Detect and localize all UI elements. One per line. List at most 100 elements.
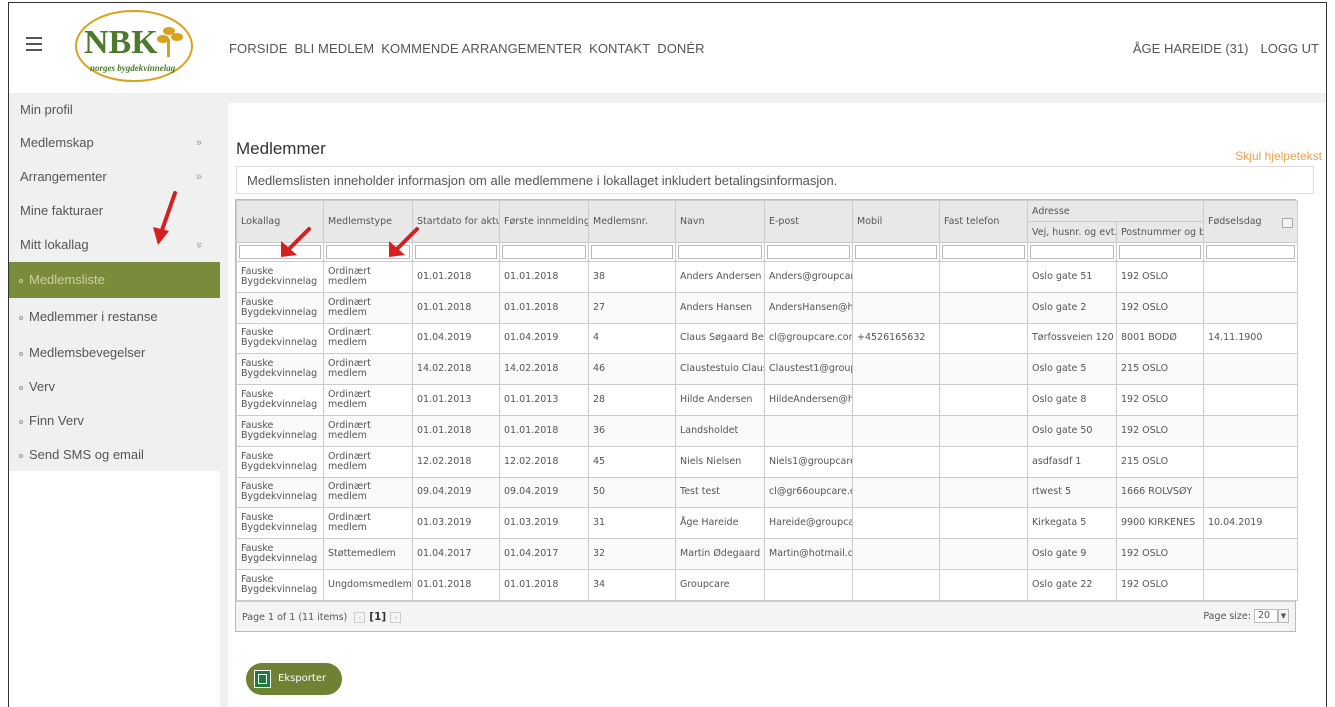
logo-subtitle: norges bygdekvinnelag [90, 63, 176, 73]
hamburger-menu-icon[interactable] [26, 37, 42, 55]
col-medlemsnr[interactable]: Medlemsnr. [588, 200, 676, 243]
nav-kommende-arrangementer[interactable]: KOMMENDE ARRANGEMENTER [381, 41, 582, 56]
col-startdato[interactable]: Startdato for aktuell [412, 200, 500, 243]
cell-medlemsnr: 45 [588, 445, 676, 478]
col-vej[interactable]: Vej, husnr. og evt. [1027, 221, 1117, 243]
hide-help-link[interactable]: Skjul hjelpetekst [1235, 149, 1322, 163]
column-chooser-icon[interactable] [1282, 217, 1293, 228]
cell-medlemsnr: 46 [588, 353, 676, 386]
col-fodselsdag[interactable]: Fødselsdag [1203, 200, 1298, 243]
cell-postnummer: 192 OSLO [1116, 261, 1204, 293]
next-page-icon[interactable]: › [390, 611, 402, 623]
bullet-icon [19, 453, 23, 458]
cell-mobil: +4526165632 [852, 322, 940, 355]
filter-input-mobil[interactable] [855, 245, 937, 259]
filter-input-startdato[interactable] [415, 245, 497, 259]
grid-body: Fauske Bygdekvinnelag Ordinært medlem 01.0… [236, 261, 1298, 601]
cell-mobil [852, 507, 940, 540]
cell-fast-telefon [939, 291, 1028, 324]
table-row[interactable]: Fauske Bygdekvinnelag Ordinært medlem 12.0… [236, 445, 1298, 478]
sidebar-subitem-medlemmer-i-restanse[interactable]: Medlemmer i restanse [9, 298, 220, 336]
cell-fast-telefon [939, 507, 1028, 540]
red-arrow-icon [281, 227, 311, 257]
col-epost[interactable]: E-post [764, 200, 853, 243]
sidebar-item-medlemskap[interactable]: Medlemskap » [9, 126, 220, 160]
table-row[interactable]: Fauske Bygdekvinnelag Ordinært medlem 01.0… [236, 322, 1298, 355]
col-postnummer[interactable]: Postnummer og by [1116, 221, 1204, 243]
table-row[interactable]: Fauske Bygdekvinnelag Ordinært medlem 01.0… [236, 384, 1298, 416]
cell-epost: Martin@hotmail.cc [764, 538, 853, 570]
col-fast-telefon[interactable]: Fast telefon [939, 200, 1028, 243]
cell-vej: Oslo gate 9 [1027, 538, 1117, 570]
pager-current-page[interactable]: [1] [369, 611, 386, 623]
cell-lokallag: Fauske Bygdekvinnelag [236, 353, 324, 386]
filter-input-epost[interactable] [767, 245, 850, 259]
table-row[interactable]: Fauske Bygdekvinnelag Ungdomsmedlems 01.01… [236, 568, 1298, 601]
cell-fast-telefon [939, 445, 1028, 478]
prev-page-icon[interactable]: ‹ [354, 611, 366, 623]
cell-forste-innmelding: 01.04.2017 [499, 538, 589, 570]
export-label: Eksporter [278, 673, 327, 684]
table-row[interactable]: Fauske Bygdekvinnelag Ordinært medlem 09.0… [236, 476, 1298, 509]
sidebar-item-mine-fakturaer[interactable]: Mine fakturaer [9, 194, 220, 228]
cell-lokallag: Fauske Bygdekvinnelag [236, 445, 324, 478]
filter-input-navn[interactable] [678, 245, 762, 259]
cell-mobil [852, 261, 940, 293]
bullet-icon [19, 315, 23, 320]
export-button[interactable]: Eksporter [246, 663, 342, 695]
nav-doner[interactable]: DONÉR [657, 41, 704, 56]
cell-fast-telefon [939, 353, 1028, 386]
cell-forste-innmelding: 01.01.2018 [499, 291, 589, 324]
col-mobil[interactable]: Mobil [852, 200, 940, 243]
logout-link[interactable]: LOGG UT [1260, 41, 1319, 56]
table-row[interactable]: Fauske Bygdekvinnelag Ordinært medlem 01.0… [236, 507, 1298, 540]
col-adresse: Adresse [1027, 200, 1204, 222]
help-text: Medlemslisten inneholder informasjon om … [236, 166, 1314, 194]
table-row[interactable]: Fauske Bygdekvinnelag Støttemedlem 01.04.2… [236, 538, 1298, 570]
col-forste-innmelding[interactable]: Første innmelding [499, 200, 589, 243]
sidebar-subitem-medlemsbevegelser[interactable]: Medlemsbevegelser [9, 336, 220, 370]
sidebar-item-min-profil[interactable]: Min profil [9, 93, 220, 126]
page-size-input[interactable]: 20 [1254, 609, 1278, 624]
cell-forste-innmelding: 01.04.2019 [499, 322, 589, 355]
filter-input-forste-innmelding[interactable] [502, 245, 586, 259]
sidebar-item-label: Finn Verv [29, 413, 84, 428]
cell-lokallag: Fauske Bygdekvinnelag [236, 322, 324, 355]
sidebar-item-arrangementer[interactable]: Arrangementer » [9, 160, 220, 194]
main-nav: FORSIDE BLI MEDLEM KOMMENDE ARRANGEMENTE… [229, 41, 705, 56]
sidebar-subitem-medlemsliste[interactable]: Medlemsliste [9, 262, 220, 298]
filter-input-vej[interactable] [1030, 245, 1114, 259]
chevron-down-icon[interactable]: ▼ [1278, 609, 1289, 624]
cell-postnummer: 8001 BODØ [1116, 322, 1204, 355]
cell-startdato: 01.01.2013 [412, 384, 500, 416]
nav-kontakt[interactable]: KONTAKT [589, 41, 650, 56]
sidebar-item-label: Send SMS og email [29, 447, 144, 462]
filter-input-fodselsdag[interactable] [1206, 245, 1295, 259]
table-row[interactable]: Fauske Bygdekvinnelag Ordinært medlem 01.0… [236, 261, 1298, 293]
nav-forside[interactable]: FORSIDE [229, 41, 287, 56]
cell-navn: Anders Hansen [675, 291, 765, 324]
col-navn[interactable]: Navn [675, 200, 765, 243]
sidebar-subitem-verv[interactable]: Verv [9, 370, 220, 404]
sidebar-subitem-send-sms[interactable]: Send SMS og email [9, 438, 220, 472]
filter-input-medlemsnr[interactable] [591, 245, 673, 259]
table-row[interactable]: Fauske Bygdekvinnelag Ordinært medlem 01.0… [236, 291, 1298, 324]
nav-bli-medlem[interactable]: BLI MEDLEM [294, 41, 374, 56]
nbk-logo[interactable]: NBK norges bygdekvinnelag [74, 9, 194, 83]
filter-input-postnummer[interactable] [1119, 245, 1201, 259]
cell-medlemsnr: 31 [588, 507, 676, 540]
filter-input-fast-telefon[interactable] [942, 245, 1025, 259]
cell-medlemstype: Ordinært medlem [323, 384, 413, 416]
cell-mobil [852, 291, 940, 324]
user-name-link[interactable]: ÅGE HAREIDE (31) [1133, 41, 1249, 56]
pager-summary: Page 1 of 1 (11 items) [242, 611, 348, 623]
sidebar-subitem-finn-verv[interactable]: Finn Verv [9, 404, 220, 438]
chevron-right-icon: » [195, 137, 202, 149]
table-row[interactable]: Fauske Bygdekvinnelag Ordinært medlem 14.0… [236, 353, 1298, 386]
cell-postnummer: 1666 ROLVSØY [1116, 476, 1204, 509]
table-row[interactable]: Fauske Bygdekvinnelag Ordinært medlem 01.0… [236, 414, 1298, 447]
cell-lokallag: Fauske Bygdekvinnelag [236, 507, 324, 540]
bullet-icon [19, 385, 23, 390]
sidebar-item-mitt-lokallag[interactable]: Mitt lokallag » [9, 228, 220, 262]
cell-lokallag: Fauske Bygdekvinnelag [236, 261, 324, 293]
